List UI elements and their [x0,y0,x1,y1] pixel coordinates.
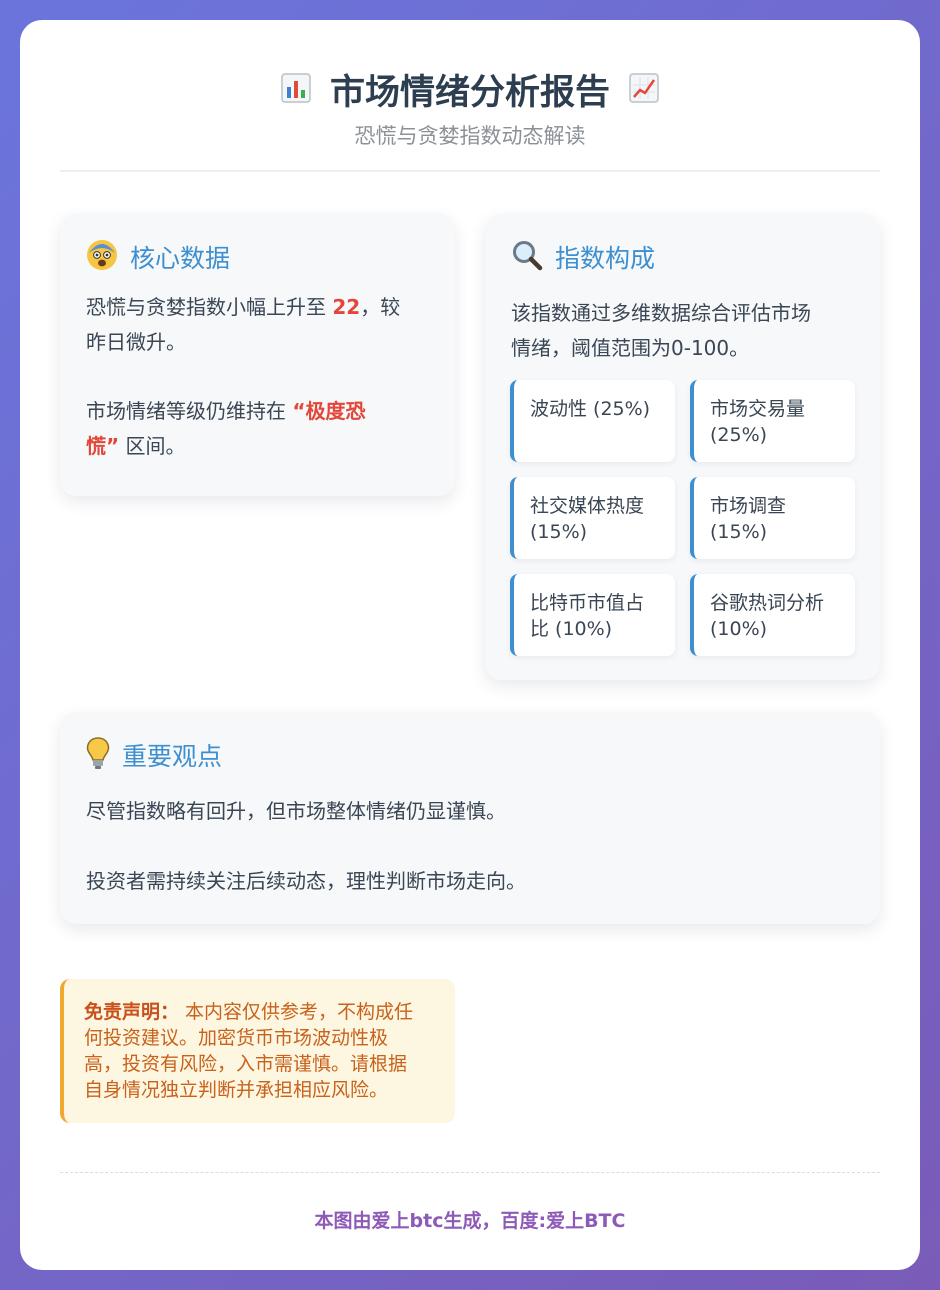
core-data-title: 核心数据 [130,244,231,273]
page-title: 市场情绪分析报告 [329,73,610,113]
footer-divider [60,1172,880,1173]
factor-social-media: 社交媒体热度 (15%) [510,477,675,559]
core-data-panel: 核心数据 恐慌与贪婪指数小幅上升至 22，较 昨日微升。 市场情绪等级仍维持在 … [60,214,455,496]
report-header: 市场情绪分析报告 恐慌与贪婪指数动态解读 [60,20,880,172]
bar-chart-icon [281,72,311,107]
key-viewpoint-panel: 重要观点 尽管指数略有回升，但市场整体情绪仍显谨慎。 投资者需持续关注后续动态，… [60,712,880,924]
composition-description: 该指数通过多维数据综合评估市场 情绪，阈值范围为0-100。 [511,301,811,360]
magnifier-icon [511,239,543,275]
factor-btc-dominance: 比特币市值占 比 (10%) [510,574,675,656]
factor-volatility: 波动性 (25%) [510,380,675,462]
viewpoint-paragraph-2: 投资者需持续关注后续动态，理性判断市场走向。 [86,869,526,893]
index-value: 22 [332,295,361,319]
fearful-face-icon [86,239,118,275]
viewpoint-title: 重要观点 [122,742,223,771]
core-data-paragraph-2: 市场情绪等级仍维持在 “极度恐 慌” 区间。 [86,399,366,458]
report-card: 市场情绪分析报告 恐慌与贪婪指数动态解读 核心数据 恐慌与贪婪指数小幅上升至 2… [20,20,920,1270]
page-subtitle: 恐慌与贪婪指数动态解读 [354,124,586,148]
sentiment-level: “极度恐 [292,399,366,423]
factor-trading-volume: 市场交易量 (25%) [690,380,855,462]
composition-heading: 指数构成 [511,240,655,274]
viewpoint-paragraph-1: 尽管指数略有回升，但市场整体情绪仍显谨慎。 [86,799,506,823]
trend-up-icon [629,72,659,107]
index-composition-panel: 指数构成 该指数通过多维数据综合评估市场 情绪，阈值范围为0-100。 波动性 … [485,214,880,680]
composition-title: 指数构成 [555,244,656,273]
disclaimer-label: 免责声明： [84,1001,180,1023]
lightbulb-icon [86,736,110,774]
footer-credit: 本图由爱上btc生成，百度:爱上BTC [314,1210,626,1232]
viewpoint-heading: 重要观点 [86,736,223,774]
sentiment-level-cont: 慌” [86,434,120,458]
core-data-paragraph-1: 恐慌与贪婪指数小幅上升至 22，较 昨日微升。 [86,295,401,354]
factor-google-trends: 谷歌热词分析 (10%) [690,574,855,656]
disclaimer-box: 免责声明： 本内容仅供参考，不构成任 何投资建议。加密货币市场波动性极 高，投资… [60,979,455,1123]
core-data-heading: 核心数据 [86,240,230,274]
factor-market-survey: 市场调查 (15%) [690,477,855,559]
title-row: 市场情绪分析报告 [60,64,880,113]
